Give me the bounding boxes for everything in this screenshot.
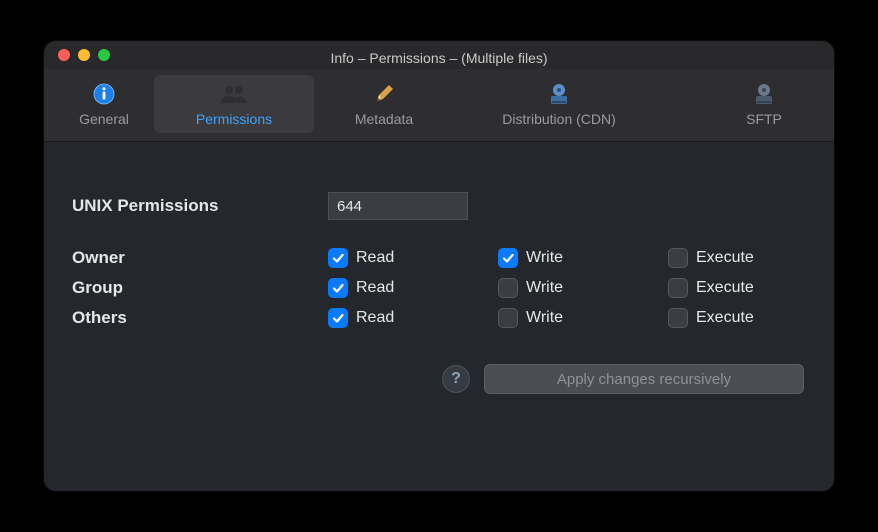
apply-label: Apply changes recursively: [557, 371, 731, 388]
tab-label: Distribution (CDN): [502, 111, 616, 127]
checkbox-unchecked-icon: [668, 278, 688, 298]
pencil-icon: [373, 81, 395, 107]
group-label: Group: [72, 278, 328, 298]
titlebar: Info – Permissions – (Multiple files): [44, 41, 834, 69]
others-label: Others: [72, 308, 328, 328]
perm-text: Write: [526, 249, 563, 267]
window-title: Info – Permissions – (Multiple files): [56, 44, 822, 66]
checkbox-checked-icon: [498, 248, 518, 268]
zoom-icon[interactable]: [98, 49, 110, 61]
tab-label: SFTP: [746, 111, 782, 127]
apply-recursively-button[interactable]: Apply changes recursively: [484, 364, 804, 394]
checkbox-checked-icon: [328, 308, 348, 328]
disk-icon: [548, 81, 570, 107]
tab-label: Metadata: [355, 111, 413, 127]
group-write-cell[interactable]: Write: [498, 278, 668, 298]
traffic-lights: [58, 49, 110, 61]
checkbox-checked-icon: [328, 278, 348, 298]
owner-read-cell[interactable]: Read: [328, 248, 498, 268]
owner-label: Owner: [72, 248, 328, 268]
tab-label: Permissions: [196, 111, 272, 127]
others-execute-cell[interactable]: Execute: [668, 308, 834, 328]
unix-permissions-input[interactable]: [328, 192, 468, 220]
checkbox-checked-icon: [328, 248, 348, 268]
tab-general[interactable]: General: [54, 75, 154, 133]
footer: ? Apply changes recursively: [72, 364, 806, 394]
tab-permissions[interactable]: Permissions: [154, 75, 314, 133]
question-icon: ?: [451, 370, 461, 388]
perm-text: Write: [526, 309, 563, 327]
perm-text: Read: [356, 279, 394, 297]
perm-text: Execute: [696, 279, 754, 297]
tab-metadata[interactable]: Metadata: [314, 75, 454, 133]
perm-text: Read: [356, 249, 394, 267]
toolbar: General Permissions Metad: [44, 69, 834, 142]
group-read-cell[interactable]: Read: [328, 278, 498, 298]
perm-text: Read: [356, 309, 394, 327]
perm-text: Write: [526, 279, 563, 297]
info-icon: [93, 81, 115, 107]
unix-permissions-label: UNIX Permissions: [72, 196, 328, 216]
checkbox-unchecked-icon: [668, 308, 688, 328]
help-button[interactable]: ?: [442, 365, 470, 393]
owner-execute-cell[interactable]: Execute: [668, 248, 834, 268]
perm-text: Execute: [696, 309, 754, 327]
permissions-grid: Owner Read Write Execute Group: [72, 248, 806, 328]
content-pane: UNIX Permissions Owner Read Write Execut…: [44, 142, 834, 491]
checkbox-unchecked-icon: [498, 278, 518, 298]
close-icon[interactable]: [58, 49, 70, 61]
others-write-cell[interactable]: Write: [498, 308, 668, 328]
checkbox-unchecked-icon: [668, 248, 688, 268]
minimize-icon[interactable]: [78, 49, 90, 61]
tab-sftp[interactable]: SFTP: [704, 75, 824, 133]
unix-permissions-row: UNIX Permissions: [72, 192, 806, 220]
info-window: Info – Permissions – (Multiple files) Ge…: [44, 41, 834, 491]
people-icon: [220, 81, 248, 107]
disk-icon: [753, 81, 775, 107]
others-read-cell[interactable]: Read: [328, 308, 498, 328]
owner-write-cell[interactable]: Write: [498, 248, 668, 268]
checkbox-unchecked-icon: [498, 308, 518, 328]
tab-label: General: [79, 111, 129, 127]
perm-text: Execute: [696, 249, 754, 267]
tab-distribution[interactable]: Distribution (CDN): [454, 75, 664, 133]
group-execute-cell[interactable]: Execute: [668, 278, 834, 298]
